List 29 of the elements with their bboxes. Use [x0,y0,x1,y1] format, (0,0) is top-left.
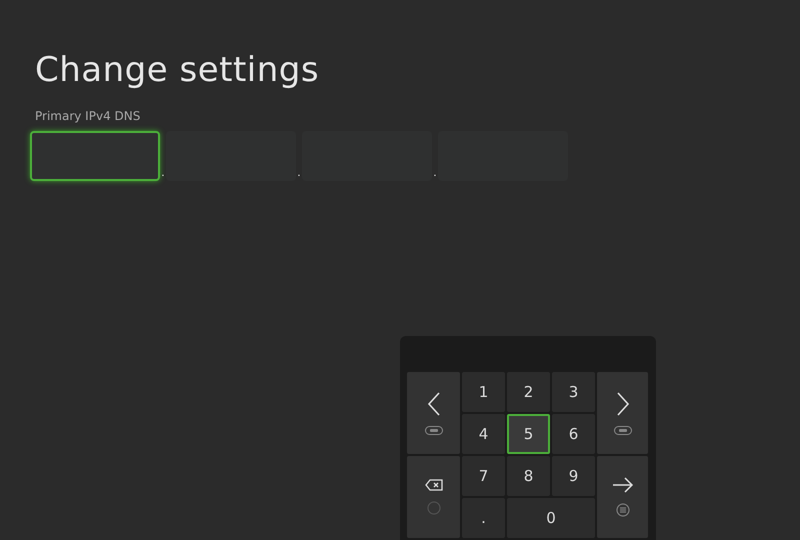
key-button[interactable]: . [462,498,505,538]
cursor-left-button[interactable] [407,372,460,454]
ip-octet-field[interactable] [30,131,160,181]
chevron-right-icon [616,392,630,416]
backspace-icon [424,479,442,491]
cursor-right-button[interactable] [597,372,648,454]
separator-dot: . [432,167,438,181]
key-button[interactable]: 3 [552,372,595,412]
enter-button[interactable] [597,456,648,538]
key-button[interactable]: 9 [552,456,595,496]
key-button[interactable]: 8 [507,456,550,496]
separator-dot: . [296,167,302,181]
key-button[interactable]: 5 [507,414,550,454]
separator-dot: . [160,167,166,181]
key-button[interactable]: 6 [552,414,595,454]
key-button[interactable]: 7 [462,456,505,496]
backspace-button[interactable] [407,456,460,538]
circle-button-icon [426,501,440,515]
arrow-right-icon [612,477,634,493]
key-button[interactable]: 2 [507,372,550,412]
menu-button-icon [616,503,630,517]
page-title: Change settings [34,49,320,90]
key-button[interactable]: 0 [507,498,595,538]
key-button[interactable]: 4 [462,414,505,454]
bumper-icon [614,426,632,434]
bumper-icon [424,426,442,434]
key-button[interactable]: 1 [462,372,505,412]
field-label: Primary IPv4 DNS [35,109,142,123]
chevron-left-icon [426,392,440,416]
